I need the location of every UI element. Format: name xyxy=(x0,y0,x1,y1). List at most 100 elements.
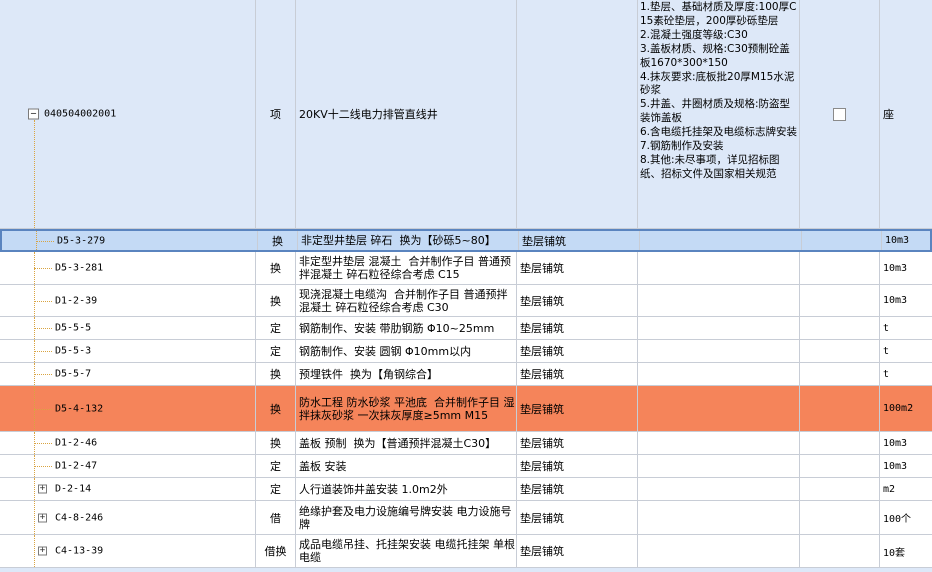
type-cell[interactable]: 定 xyxy=(256,340,296,362)
features-cell[interactable] xyxy=(638,252,800,284)
code-cell[interactable]: + C4-13-39 xyxy=(0,535,256,567)
code-cell[interactable]: D5-3-281 xyxy=(0,252,256,284)
category-cell[interactable]: 垫层铺筑 xyxy=(517,285,638,316)
category-cell[interactable]: 垫层铺筑 xyxy=(517,363,638,385)
unit-cell[interactable]: 10m3 xyxy=(882,231,932,250)
expand-icon[interactable]: + xyxy=(38,513,47,522)
type-cell[interactable]: 定 xyxy=(256,455,296,477)
code-cell[interactable]: D5-5-3 xyxy=(0,340,256,362)
features-cell[interactable] xyxy=(640,231,802,250)
checkbox-cell[interactable] xyxy=(800,501,880,534)
unit-cell[interactable]: 10m3 xyxy=(880,455,932,477)
quota-row[interactable]: D5-5-3 定 钢筋制作、安装 圆钢 Φ10mm以内 垫层铺筑 t xyxy=(0,340,932,363)
quota-grid[interactable]: − 040504002001 项 20KV十二线电力排管直线井 1.垫层、基础材… xyxy=(0,0,932,572)
code-cell[interactable]: D5-4-132 xyxy=(0,386,256,431)
expand-icon[interactable]: + xyxy=(38,546,47,556)
checkbox-cell[interactable] xyxy=(800,363,880,385)
quota-row[interactable]: D1-2-46 换 盖板 预制 换为【普通预拌混凝土C30】 垫层铺筑 10m3 xyxy=(0,432,932,455)
collapse-icon[interactable]: − xyxy=(28,108,39,120)
quota-row[interactable]: D1-2-39 换 现浇混凝土电缆沟 合并制作子目 普通预拌混凝土 碎石粒径综合… xyxy=(0,285,932,317)
unit-cell[interactable]: t xyxy=(880,363,932,385)
checkbox-cell[interactable] xyxy=(800,285,880,316)
name-cell[interactable]: 盖板 安装 xyxy=(296,455,517,477)
checkbox-cell[interactable] xyxy=(800,432,880,454)
name-cell[interactable]: 盖板 预制 换为【普通预拌混凝土C30】 xyxy=(296,432,517,454)
quota-row[interactable]: + D-2-14 定 人行道装饰井盖安装 1.0m2外 垫层铺筑 m2 xyxy=(0,478,932,501)
category-cell[interactable]: 垫层铺筑 xyxy=(517,455,638,477)
item-checkbox[interactable] xyxy=(833,107,846,121)
bill-item-row[interactable]: − 040504002001 项 20KV十二线电力排管直线井 1.垫层、基础材… xyxy=(0,0,932,229)
code-cell[interactable]: D1-2-47 xyxy=(0,455,256,477)
checkbox-cell[interactable] xyxy=(800,0,880,228)
unit-cell[interactable]: 座 xyxy=(880,0,932,228)
category-cell[interactable]: 垫层铺筑 xyxy=(517,386,638,431)
name-cell[interactable]: 钢筋制作、安装 圆钢 Φ10mm以内 xyxy=(296,340,517,362)
name-cell[interactable]: 绝缘护套及电力设施编号牌安装 电力设施号牌 xyxy=(296,501,517,534)
checkbox-cell[interactable] xyxy=(802,231,882,250)
unit-cell[interactable]: 10m3 xyxy=(880,432,932,454)
quota-row[interactable]: D5-5-7 换 预埋铁件 换为【角钢综合】 垫层铺筑 t xyxy=(0,363,932,386)
name-cell[interactable]: 防水工程 防水砂浆 平池底 合并制作子目 湿拌抹灰砂浆 一次抹灰厚度≥5mm M… xyxy=(296,386,517,431)
features-cell[interactable] xyxy=(638,285,800,316)
checkbox-cell[interactable] xyxy=(800,455,880,477)
features-cell[interactable] xyxy=(638,478,800,500)
type-cell[interactable]: 定 xyxy=(256,478,296,500)
next-row-partial[interactable] xyxy=(0,568,932,572)
name-cell[interactable]: 现浇混凝土电缆沟 合并制作子目 普通预拌混凝土 碎石粒径综合考虑 C30 xyxy=(296,285,517,316)
type-cell[interactable]: 项 xyxy=(256,0,296,228)
quota-row[interactable]: + C4-13-39 借换 成品电缆吊挂、托挂架安装 电缆托挂架 单根电缆 垫层铺… xyxy=(0,535,932,568)
name-cell[interactable]: 非定型井垫层 碎石 换为【砂砾5~80】 xyxy=(298,231,519,250)
checkbox-cell[interactable] xyxy=(800,478,880,500)
features-cell[interactable] xyxy=(638,363,800,385)
code-cell[interactable]: − 040504002001 xyxy=(0,0,256,228)
category-cell[interactable]: 垫层铺筑 xyxy=(517,252,638,284)
code-cell[interactable]: D1-2-39 xyxy=(0,285,256,316)
unit-cell[interactable]: m2 xyxy=(880,478,932,500)
type-cell[interactable]: 定 xyxy=(256,317,296,339)
features-cell[interactable] xyxy=(638,386,800,431)
quota-row[interactable]: D5-3-281 换 非定型井垫层 混凝土 合并制作子目 普通预拌混凝土 碎石粒… xyxy=(0,252,932,285)
category-cell[interactable]: 垫层铺筑 xyxy=(517,317,638,339)
quota-row[interactable]: + C4-8-246 借 绝缘护套及电力设施编号牌安装 电力设施号牌 垫层铺筑 1… xyxy=(0,501,932,535)
quota-row-selected[interactable]: D5-3-279 换 非定型井垫层 碎石 换为【砂砾5~80】 垫层铺筑 10m… xyxy=(0,229,932,252)
unit-cell[interactable]: 100个 xyxy=(880,501,932,534)
category-cell[interactable]: 垫层铺筑 xyxy=(517,478,638,500)
category-cell[interactable]: 垫层铺筑 xyxy=(517,340,638,362)
type-cell[interactable]: 借 xyxy=(256,501,296,534)
unit-cell[interactable]: 10m3 xyxy=(880,252,932,284)
quota-row[interactable]: D5-5-5 定 钢筋制作、安装 带肋钢筋 Φ10~25mm 垫层铺筑 t xyxy=(0,317,932,340)
features-cell[interactable] xyxy=(638,501,800,534)
checkbox-cell[interactable] xyxy=(800,535,880,567)
name-cell[interactable]: 20KV十二线电力排管直线井 xyxy=(296,0,517,228)
code-cell[interactable]: + D-2-14 xyxy=(0,478,256,500)
code-cell[interactable]: D1-2-46 xyxy=(0,432,256,454)
features-cell[interactable] xyxy=(638,432,800,454)
type-cell[interactable]: 换 xyxy=(256,285,296,316)
unit-cell[interactable]: 100m2 xyxy=(880,386,932,431)
type-cell[interactable]: 换 xyxy=(256,386,296,431)
name-cell[interactable]: 成品电缆吊挂、托挂架安装 电缆托挂架 单根电缆 xyxy=(296,535,517,567)
category-cell[interactable]: 垫层铺筑 xyxy=(519,231,640,250)
category-cell[interactable]: 垫层铺筑 xyxy=(517,535,638,567)
category-cell[interactable]: 垫层铺筑 xyxy=(517,432,638,454)
type-cell[interactable]: 换 xyxy=(256,252,296,284)
type-cell[interactable]: 换 xyxy=(256,432,296,454)
features-cell[interactable] xyxy=(638,340,800,362)
name-cell[interactable]: 人行道装饰井盖安装 1.0m2外 xyxy=(296,478,517,500)
checkbox-cell[interactable] xyxy=(800,386,880,431)
unit-cell[interactable]: 10套 xyxy=(880,535,932,567)
unit-cell[interactable]: t xyxy=(880,317,932,339)
name-cell[interactable]: 钢筋制作、安装 带肋钢筋 Φ10~25mm xyxy=(296,317,517,339)
type-cell[interactable]: 换 xyxy=(256,363,296,385)
quota-row[interactable]: D1-2-47 定 盖板 安装 垫层铺筑 10m3 xyxy=(0,455,932,478)
features-cell[interactable] xyxy=(638,317,800,339)
category-cell[interactable]: 垫层铺筑 xyxy=(517,501,638,534)
name-cell[interactable]: 预埋铁件 换为【角钢综合】 xyxy=(296,363,517,385)
type-cell[interactable]: 换 xyxy=(258,231,298,250)
checkbox-cell[interactable] xyxy=(800,317,880,339)
code-cell[interactable]: D5-5-7 xyxy=(0,363,256,385)
unit-cell[interactable]: 10m3 xyxy=(880,285,932,316)
features-cell[interactable]: 1.垫层、基础材质及厚度:100厚C15素砼垫层，200厚砂砾垫层 2.混凝土强… xyxy=(638,0,800,228)
name-cell[interactable]: 非定型井垫层 混凝土 合并制作子目 普通预拌混凝土 碎石粒径综合考虑 C15 xyxy=(296,252,517,284)
code-cell[interactable]: + C4-8-246 xyxy=(0,501,256,534)
